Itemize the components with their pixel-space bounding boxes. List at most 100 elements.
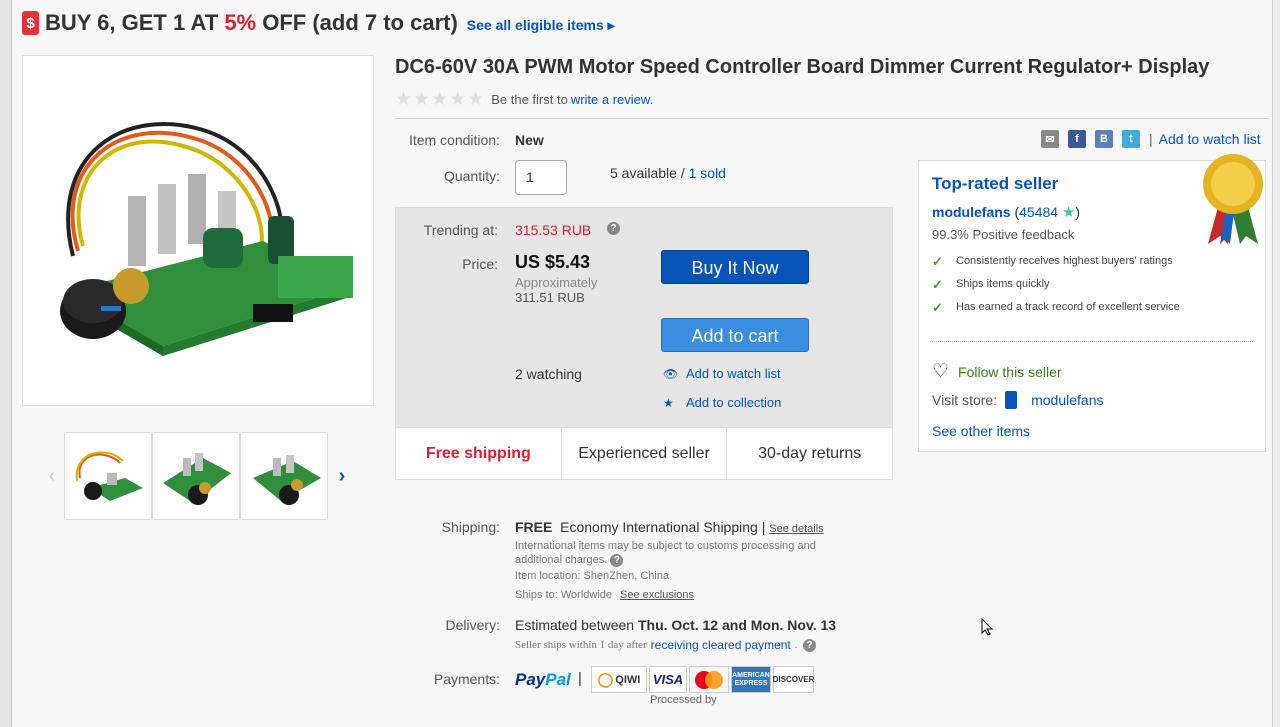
thumbnail-1[interactable] (64, 432, 152, 520)
visa-logo: VISA (649, 666, 687, 693)
list-item: ✓ Ships items quickly (932, 277, 1050, 292)
share-bar: ✉ f B t | Add to watch list (1041, 130, 1261, 148)
page-scrollbar[interactable] (1272, 0, 1280, 727)
quantity-input[interactable]: 1 (515, 160, 567, 195)
delivery-note: Seller ships within 1 day after receivin… (515, 638, 816, 652)
list-item: ✓ Has earned a track record of excellent … (932, 300, 1180, 315)
help-icon[interactable]: ? (803, 638, 816, 652)
sold-link[interactable]: 1 sold (689, 165, 726, 181)
add-to-cart-button[interactable]: Add to cart (661, 318, 809, 352)
twitter-icon[interactable]: t (1122, 130, 1140, 148)
browser-edge-left (0, 0, 12, 727)
delivery-estimate: Estimated between Thu. Oct. 12 and Mon. … (515, 617, 837, 633)
check-icon: ✓ (932, 254, 943, 269)
shipping-method: Economy International Shipping | (560, 519, 766, 535)
add-to-watch-list-label: Add to watch list (686, 366, 781, 381)
availability: 5 available / 1 sold (610, 165, 726, 181)
payment-methods: ◯ QIWI VISA AMERICAN EXPRESS DISCOVER (591, 666, 816, 693)
help-icon[interactable]: ? (607, 222, 620, 235)
check-icon: ✓ (932, 300, 943, 315)
buy-it-now-button[interactable]: Buy It Now (661, 250, 809, 284)
thumbnail-next-arrow[interactable]: › (330, 465, 354, 488)
payments-separator: | (578, 670, 582, 687)
condition-label: Item condition: (408, 132, 500, 148)
perk-free-shipping: Free shipping (425, 444, 531, 462)
ships-to: Ships to: Worldwide See exclusions (515, 589, 695, 601)
shipping-summary: FREE Economy International Shipping | Se… (515, 519, 824, 535)
top-rated-medal-icon (1203, 154, 1263, 244)
store-name-link[interactable]: modulefans (1031, 392, 1103, 408)
discover-logo: DISCOVER (773, 666, 814, 693)
thumbnail-2[interactable] (152, 432, 240, 520)
cleared-payment-link[interactable]: receiving cleared payment (651, 638, 791, 652)
visit-store-label: Visit store: (932, 392, 998, 408)
store-icon (1005, 391, 1018, 409)
top-rated-seller-title: Top-rated seller (932, 174, 1059, 193)
thumbnail-3[interactable] (240, 432, 328, 520)
eye-icon: 👁 (663, 366, 679, 381)
main-product-image[interactable] (22, 55, 374, 406)
see-shipping-details-link[interactable]: See details (769, 523, 823, 535)
write-review-link[interactable]: write a review. (571, 92, 653, 107)
add-to-watch-list-link[interactable]: 👁 Add to watch list (663, 366, 781, 381)
help-icon[interactable]: ? (610, 554, 624, 567)
condition-value: New (515, 132, 544, 148)
heart-icon: ♡ (932, 361, 950, 382)
price-label: Price: (462, 256, 498, 272)
check-icon: ✓ (932, 277, 943, 292)
amex-logo: AMERICAN EXPRESS (731, 666, 771, 693)
approx-value: 311.51 RUB (515, 290, 585, 305)
see-exclusions-link[interactable]: See exclusions (620, 589, 694, 601)
watch-list-link[interactable]: Add to watch list (1159, 131, 1261, 147)
promo-text: BUY 6, GET 1 AT 5% OFF (add 7 to cart) (45, 10, 458, 35)
item-title: DC6-60V 30A PWM Motor Speed Controller B… (395, 56, 1210, 78)
facebook-icon[interactable]: f (1068, 130, 1086, 148)
star-icon: ★ (663, 395, 674, 410)
list-item: ✓ Consistently receives highest buyers' r… (932, 254, 1173, 269)
dollar-tag-icon: $ (22, 11, 39, 35)
vk-icon[interactable]: B (1095, 130, 1113, 148)
follow-seller-label: Follow this seller (958, 363, 1062, 380)
share-separator: | (1149, 131, 1153, 147)
mouse-cursor-icon (981, 618, 993, 636)
payments-label: Payments: (433, 671, 500, 687)
seller-name-row: modulefans (45484 ★) (932, 204, 1081, 221)
customs-note: International items may be subject to cu… (515, 540, 816, 567)
perks-bar: Free shipping Experienced seller 30-day … (396, 427, 892, 479)
processed-by: Processed by (650, 694, 717, 706)
positive-feedback: 99.3% Positive feedback (932, 227, 1075, 242)
feedback-count[interactable]: 45484 (1019, 204, 1058, 220)
follow-seller-link[interactable]: ♡ Follow this seller (932, 360, 1062, 383)
see-eligible-items-link[interactable]: See all eligible items ▸ (467, 17, 615, 34)
promo-banner: $ BUY 6, GET 1 AT 5% OFF (add 7 to cart)… (22, 10, 615, 36)
see-other-items-link[interactable]: See other items (932, 423, 1030, 439)
promo-percent: 5% (224, 10, 257, 35)
rating-row: ★★★★★ Be the first to write a review. (395, 88, 653, 111)
thumbnail-prev-arrow[interactable]: ‹ (40, 465, 64, 488)
visit-store-row: Visit store: modulefans (932, 391, 1104, 409)
trending-price: 315.53 RUB (515, 222, 592, 238)
item-location: Item location: ShenZhen, China (515, 570, 670, 582)
rating-stars-icon[interactable]: ★★★★★ (395, 88, 485, 111)
price-value: US $5.43 (515, 252, 591, 272)
perk-30-day-returns: 30-day returns (726, 428, 892, 479)
seller-features: ✓ Consistently receives highest buyers' r… (932, 255, 1202, 324)
title-divider (395, 118, 1269, 119)
approx-label: Approximately (515, 275, 598, 290)
watching-count: 2 watching (515, 366, 582, 382)
perk-experienced-seller: Experienced seller (560, 428, 727, 479)
thumbnail-strip: ‹ › (40, 432, 354, 520)
add-to-collection-link[interactable]: ★ Add to collection (663, 395, 781, 410)
shipping-free: FREE (515, 519, 553, 535)
feedback-star-icon: ★ (1061, 204, 1076, 221)
delivery-label: Delivery: (445, 617, 500, 633)
mail-icon[interactable]: ✉ (1041, 130, 1059, 148)
rating-prefix: Be the first to (491, 92, 568, 107)
paypal-logo: PayPal (515, 670, 571, 689)
qiwi-logo: ◯ QIWI (591, 666, 647, 693)
trending-label: Trending at: (423, 222, 498, 238)
shipping-label: Shipping: (441, 519, 500, 535)
add-to-collection-label: Add to collection (686, 395, 782, 410)
seller-name-link[interactable]: modulefans (932, 204, 1011, 220)
quantity-label: Quantity: (443, 168, 500, 184)
